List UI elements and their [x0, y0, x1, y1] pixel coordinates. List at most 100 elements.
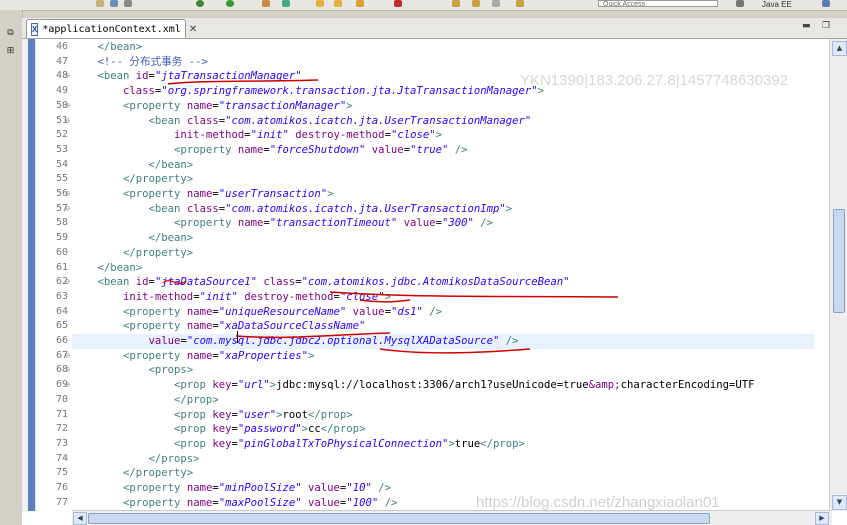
code-line[interactable]: <prop key="user">root</prop> [72, 408, 353, 423]
code-line[interactable]: <!-- 分布式事务 --> [72, 55, 208, 70]
code-token: class [257, 276, 296, 289]
fold-toggle-icon[interactable]: ⊖ [65, 378, 70, 393]
run-icon[interactable] [226, 0, 234, 7]
java-perspective-icon[interactable] [822, 0, 830, 7]
line-number: 56 ⊖ [34, 187, 70, 202]
code-token: <property [72, 482, 187, 494]
code-line[interactable]: <prop key="url">jdbc:mysql://localhost:3… [72, 378, 754, 393]
code-token: <!-- 分布式事务 --> [72, 55, 208, 68]
code-line[interactable]: </bean> [72, 40, 143, 55]
annotation-icon[interactable] [394, 0, 402, 7]
restore-icon[interactable]: ⧉ [5, 28, 16, 39]
code-line[interactable]: <property name="xaProperties"> [72, 349, 314, 364]
main-toolbar: Quick Access Java EE [0, 0, 847, 11]
horizontal-scroll-thumb[interactable] [88, 513, 710, 524]
code-line[interactable]: <property name="forceShutdown" value="tr… [72, 143, 467, 158]
line-number: 47 [55, 55, 68, 67]
close-icon[interactable]: ✕ [189, 24, 197, 35]
server-icon[interactable] [262, 0, 270, 7]
horizontal-scrollbar[interactable]: ◀ ▶ [72, 510, 832, 525]
code-token: "com.atomikos.icatch.jta.UserTransaction… [225, 202, 506, 215]
maximize-icon[interactable]: ❐ [822, 21, 834, 33]
code-line[interactable]: </property> [72, 172, 193, 187]
code-line[interactable]: </property> [72, 466, 193, 481]
code-line[interactable]: value="com.mysql.jdbc.jdbc2.optional.Mys… [72, 334, 519, 349]
scroll-left-icon[interactable]: ◀ [73, 512, 87, 525]
fold-toggle-icon[interactable]: ⊖ [65, 187, 70, 202]
line-number-gutter[interactable]: 46 47 48 ⊖ 49 50 ⊖ 51 ⊖ 52 53 54 55 56 ⊖ 57 ⊖ 58 59 60 61 62 ⊖… [36, 39, 72, 511]
fold-toggle-icon[interactable]: ⊖ [65, 114, 70, 129]
fold-toggle-icon[interactable]: ⊖ [65, 99, 70, 114]
code-token: <property [72, 496, 187, 509]
code-line[interactable]: <property name="transactionManager"> [72, 99, 353, 114]
code-token: <prop [72, 379, 213, 392]
code-line[interactable]: <props> [72, 363, 194, 378]
package-explorer-icon[interactable]: ⊞ [5, 46, 16, 57]
fold-toggle-icon[interactable]: ⊖ [65, 349, 70, 364]
refresh-icon[interactable] [282, 0, 290, 7]
code-line[interactable]: <property name="maxPoolSize" value="100"… [72, 496, 397, 511]
debug-icon[interactable] [196, 0, 204, 7]
code-token: </bean> [72, 261, 143, 274]
code-token: class [186, 202, 219, 215]
new-file-icon[interactable] [96, 0, 104, 7]
history-icon[interactable] [516, 0, 524, 7]
code-token: value [397, 217, 436, 230]
code-line[interactable]: <prop key="pinGlobalTxToPhysicalConnecti… [72, 437, 525, 452]
line-number: 49 [55, 85, 68, 97]
code-line[interactable]: <property name="xaDataSourceClassName" [72, 319, 365, 334]
code-line[interactable]: <property name="transactionTimeout" valu… [72, 216, 493, 231]
fold-toggle-icon[interactable]: ⊖ [65, 363, 70, 378]
code-token: init-method [72, 129, 245, 142]
code-token: "transactionTimeout" [269, 217, 398, 230]
search-icon[interactable] [356, 0, 364, 7]
code-line[interactable]: class="org.springframework.transaction.j… [72, 84, 544, 99]
code-token: "pinGlobalTxToPhysicalConnection" [237, 437, 449, 450]
code-line[interactable]: </bean> [72, 231, 194, 246]
scroll-up-icon[interactable]: ▲ [832, 41, 847, 56]
vertical-scroll-thumb[interactable] [833, 209, 845, 313]
code-line[interactable]: init-method="init" destroy-method="close… [72, 290, 391, 305]
code-line[interactable]: </property> [72, 246, 193, 261]
code-token: "password" [237, 423, 302, 436]
fold-toggle-icon[interactable]: ⊖ [65, 69, 70, 84]
print-icon[interactable] [124, 0, 132, 7]
code-line[interactable]: init-method="init" destroy-method="close… [72, 128, 442, 143]
nav-back-icon[interactable] [452, 0, 460, 7]
code-line[interactable]: <prop key="password">cc</prop> [72, 422, 365, 437]
code-line[interactable]: <bean id="jtaDataSource1" class="com.ato… [72, 275, 570, 290]
fold-toggle-icon[interactable]: ⊖ [65, 202, 70, 217]
tab-application-context[interactable]: X *applicationContext.xml ✕ [26, 19, 197, 38]
code-line[interactable]: </bean> [72, 158, 194, 173]
code-token: </bean> [72, 232, 194, 245]
code-token: "close" [339, 290, 385, 303]
vertical-scrollbar[interactable]: ▲ ▼ [829, 39, 847, 511]
code-token: "xaDataSourceClassName" [218, 320, 366, 333]
open-folder-icon[interactable] [316, 0, 324, 7]
code-line[interactable]: </props> [72, 452, 200, 467]
code-token: > [505, 202, 513, 215]
code-token: value [72, 335, 181, 347]
code-area[interactable]: </bean> <!-- 分布式事务 --> <bean id="jtaTran… [72, 39, 814, 511]
scroll-down-icon[interactable]: ▼ [832, 495, 847, 510]
open-type-icon[interactable] [334, 0, 342, 7]
code-line[interactable]: <property name="uniqueResourceName" valu… [72, 305, 442, 320]
code-line[interactable]: </bean> [72, 261, 143, 276]
code-line[interactable]: <bean id="jtaTransactionManager" [72, 69, 302, 84]
fold-toggle-icon[interactable]: ⊖ [65, 275, 70, 290]
dropdown-icon[interactable] [492, 0, 500, 7]
code-line[interactable]: </prop> [72, 393, 219, 408]
code-line[interactable]: <bean class="com.atomikos.icatch.jta.Use… [72, 114, 532, 129]
nav-forward-icon[interactable] [472, 0, 480, 7]
scroll-right-icon[interactable]: ▶ [815, 512, 829, 525]
quick-access-input[interactable]: Quick Access [598, 0, 718, 7]
save-icon[interactable] [110, 0, 118, 7]
xml-editor[interactable]: 46 47 48 ⊖ 49 50 ⊖ 51 ⊖ 52 53 54 55 56 ⊖ 57 ⊖ 58 59 60 61 62 ⊖… [22, 39, 847, 525]
code-token: id [135, 276, 149, 289]
code-line[interactable]: <bean class="com.atomikos.icatch.jta.Use… [72, 202, 513, 217]
code-line[interactable]: <property name="userTransaction"> [72, 187, 334, 202]
open-perspective-icon[interactable] [736, 0, 744, 7]
code-line[interactable]: <property name="minPoolSize" value="10" … [72, 481, 391, 496]
perspective-java-ee[interactable]: Java EE [762, 0, 792, 9]
minimize-icon[interactable]: ▬ [802, 21, 814, 33]
